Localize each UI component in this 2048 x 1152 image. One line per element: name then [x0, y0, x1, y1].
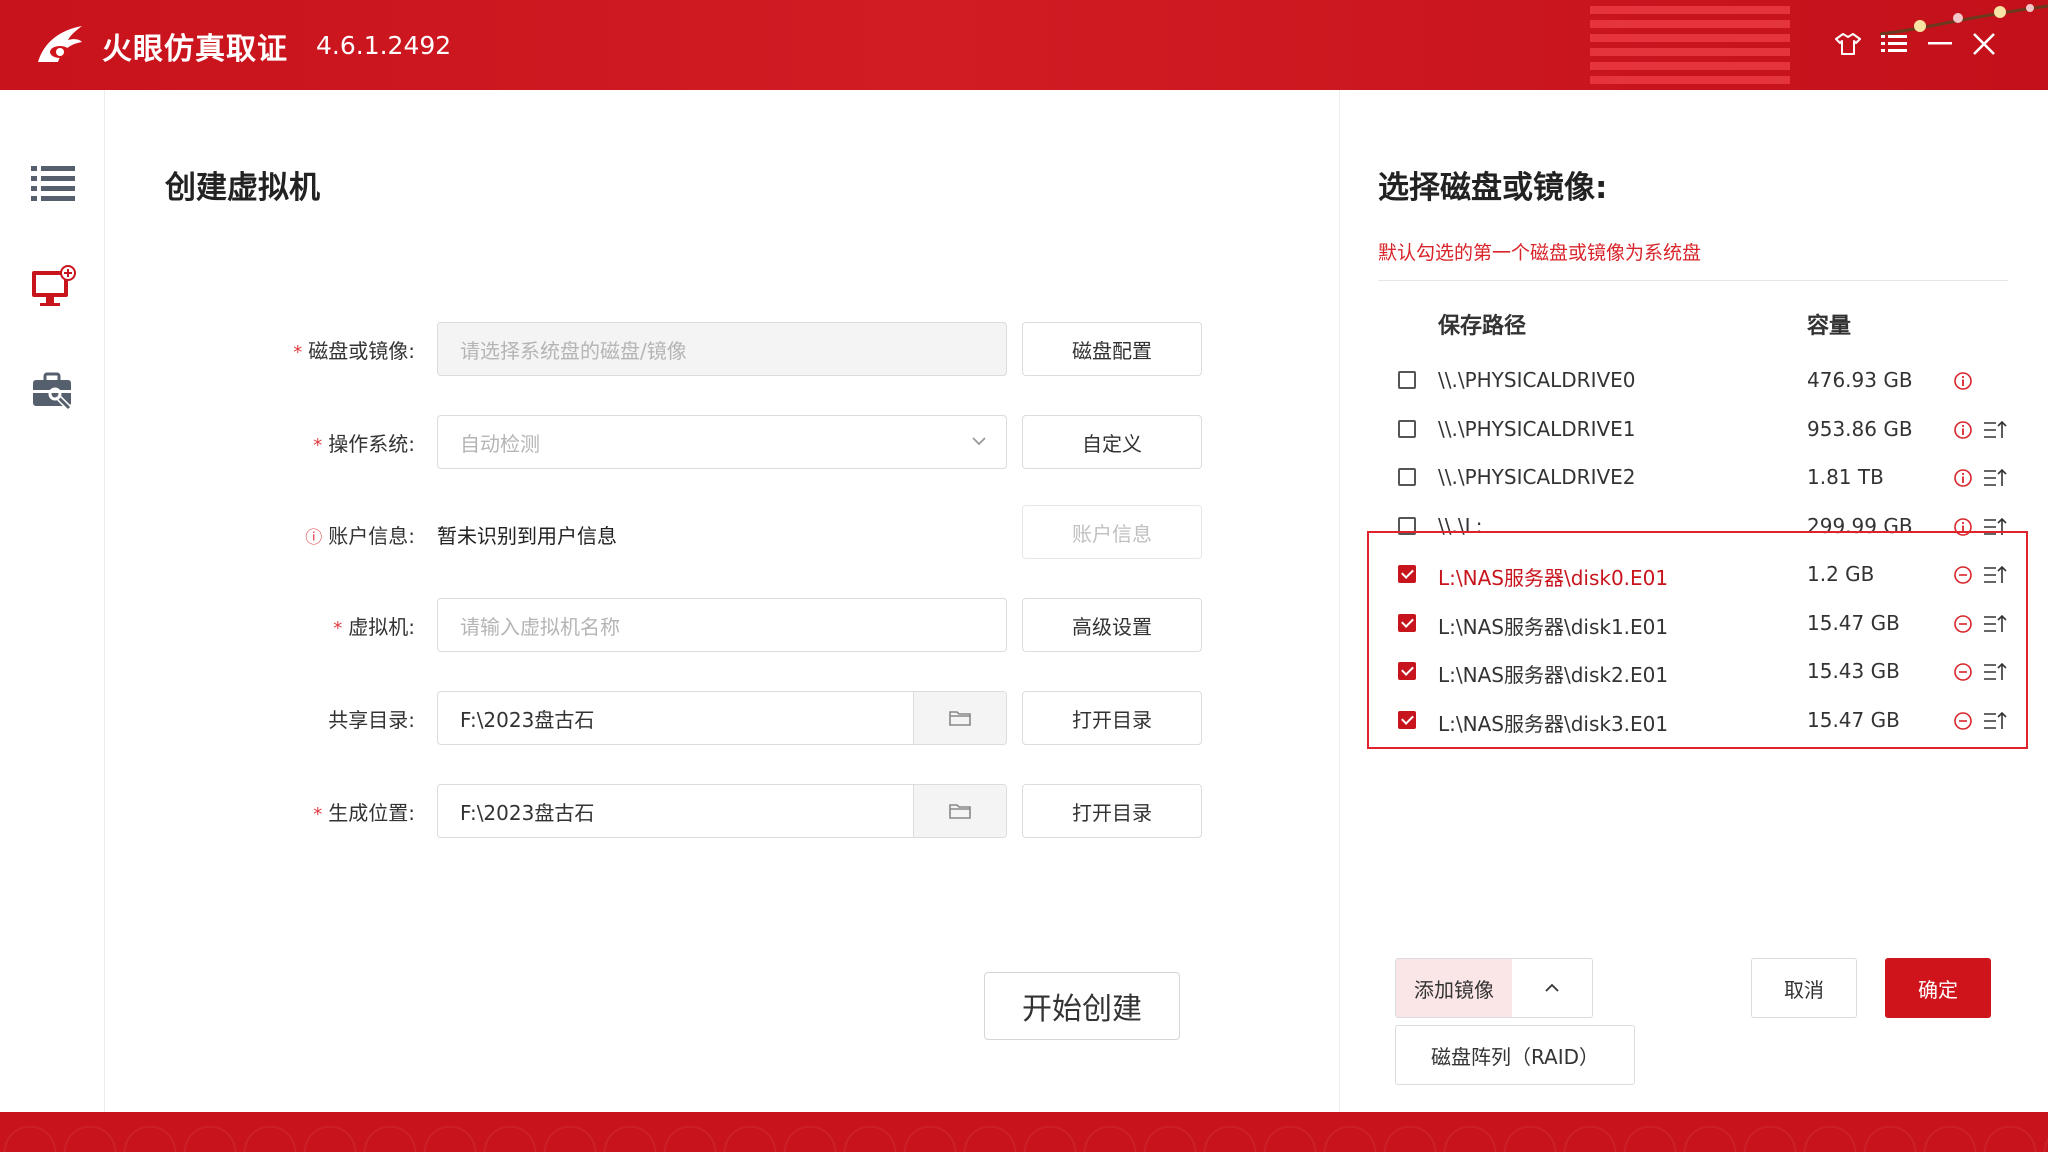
disk-size: 1.81 TB — [1807, 465, 1884, 489]
bottom-decoration-bar — [0, 1112, 2048, 1152]
info-icon: ⓘ — [305, 528, 323, 548]
close-icon[interactable] — [1966, 26, 2002, 62]
disk-panel-hint: 默认勾选的第一个磁盘或镜像为系统盘 — [1378, 242, 1702, 264]
folder-browse-button[interactable] — [913, 692, 1006, 744]
cancel-button[interactable]: 取消 — [1751, 958, 1857, 1018]
sidebar-item-list[interactable] — [28, 158, 78, 208]
disk-path: \\.\PHYSICALDRIVE2 — [1438, 465, 1636, 489]
main-area: 创建虚拟机 * 磁盘或镜像: 请选择系统盘的磁盘/镜像 磁盘配置 * 操作系统: 自… — [0, 90, 2048, 1112]
list-icon — [31, 166, 75, 201]
disk-path: \\.\PHYSICALDRIVE1 — [1438, 416, 1636, 441]
column-header-size: 容量 — [1807, 314, 1852, 339]
vm-name-input[interactable]: 请输入虚拟机名称 — [437, 598, 1007, 652]
disk-select-panel: 选择磁盘或镜像: 默认勾选的第一个磁盘或镜像为系统盘 保存路径 容量 \\.\P… — [1339, 90, 2048, 1112]
disk-config-button[interactable]: 磁盘配置 — [1022, 322, 1202, 376]
chevron-up-icon[interactable] — [1512, 959, 1592, 1017]
column-header-path: 保存路径 — [1438, 314, 1527, 339]
info-icon[interactable] — [1952, 370, 1974, 392]
folder-browse-button[interactable] — [913, 785, 1006, 837]
folder-icon — [949, 711, 971, 726]
account-label: ⓘ 账户信息: — [305, 524, 415, 548]
os-select[interactable]: 自动检测 — [437, 415, 1007, 469]
disk-path: \\.\PHYSICALDRIVE0 — [1438, 368, 1636, 392]
share-dir-label: 共享目录: — [328, 708, 415, 732]
menu-icon[interactable] — [1876, 26, 1912, 62]
confirm-button[interactable]: 确定 — [1885, 958, 1991, 1018]
disk-panel-title: 选择磁盘或镜像: — [1378, 170, 1608, 206]
disk-checkbox[interactable] — [1398, 468, 1416, 486]
open-share-dir-button[interactable]: 打开目录 — [1022, 691, 1202, 745]
page-title: 创建虚拟机 — [165, 170, 320, 206]
disk-checkbox[interactable] — [1398, 419, 1416, 438]
minimize-icon[interactable] — [1922, 26, 1958, 62]
app-title: 火眼仿真取证 — [102, 32, 288, 67]
app-logo-icon — [38, 26, 82, 62]
title-bar: 火眼仿真取证 4.6.1.2492 — [0, 0, 2048, 90]
disk-size: 476.93 GB — [1807, 368, 1913, 392]
disk-row[interactable]: \\.\PHYSICALDRIVE0 476.93 GB — [1340, 358, 2048, 406]
divider — [1378, 280, 2008, 281]
account-info-button[interactable]: 账户信息 — [1022, 505, 1202, 559]
sidebar-item-toolbox[interactable] — [28, 366, 78, 416]
banner-decoration — [1590, 6, 1790, 90]
start-create-button[interactable]: 开始创建 — [984, 972, 1180, 1040]
add-image-label[interactable]: 添加镜像 — [1396, 959, 1512, 1017]
move-to-top-icon[interactable] — [1982, 466, 2008, 490]
disk-input[interactable]: 请选择系统盘的磁盘/镜像 — [437, 322, 1007, 376]
disk-label: * 磁盘或镜像: — [293, 339, 415, 363]
selection-highlight-box — [1367, 531, 2028, 749]
disk-checkbox[interactable] — [1398, 371, 1416, 389]
info-icon[interactable] — [1952, 467, 1974, 489]
output-dir-input[interactable]: F:\2023盘古石 — [437, 784, 1007, 838]
add-image-button[interactable]: 添加镜像 — [1395, 958, 1593, 1018]
vm-label: * 虚拟机: — [333, 615, 415, 639]
sidebar — [0, 90, 105, 1112]
monitor-add-icon — [32, 265, 76, 306]
disk-size: 953.86 GB — [1807, 416, 1913, 441]
raid-button[interactable]: 磁盘阵列（RAID） — [1395, 1025, 1635, 1085]
move-to-top-icon[interactable] — [1982, 418, 2008, 442]
advanced-settings-button[interactable]: 高级设置 — [1022, 598, 1202, 652]
app-version: 4.6.1.2492 — [316, 31, 452, 60]
sidebar-item-create-vm[interactable] — [28, 262, 78, 312]
toolbox-icon — [33, 372, 72, 411]
output-label: * 生成位置: — [313, 801, 415, 825]
customize-button[interactable]: 自定义 — [1022, 415, 1202, 469]
create-vm-panel: 创建虚拟机 * 磁盘或镜像: 请选择系统盘的磁盘/镜像 磁盘配置 * 操作系统: 自… — [105, 90, 1338, 1112]
os-label: * 操作系统: — [313, 432, 415, 456]
account-info-text: 暂未识别到用户信息 — [437, 524, 617, 548]
info-icon[interactable] — [1952, 419, 1974, 441]
disk-row[interactable]: \\.\PHYSICALDRIVE1 953.86 GB — [1340, 407, 2048, 455]
disk-row[interactable]: \\.\PHYSICALDRIVE2 1.81 TB — [1340, 455, 2048, 503]
skin-icon[interactable] — [1830, 26, 1866, 62]
open-output-dir-button[interactable]: 打开目录 — [1022, 784, 1202, 838]
folder-icon — [949, 804, 971, 819]
chevron-down-icon — [972, 437, 986, 446]
share-dir-input[interactable]: F:\2023盘古石 — [437, 691, 1007, 745]
